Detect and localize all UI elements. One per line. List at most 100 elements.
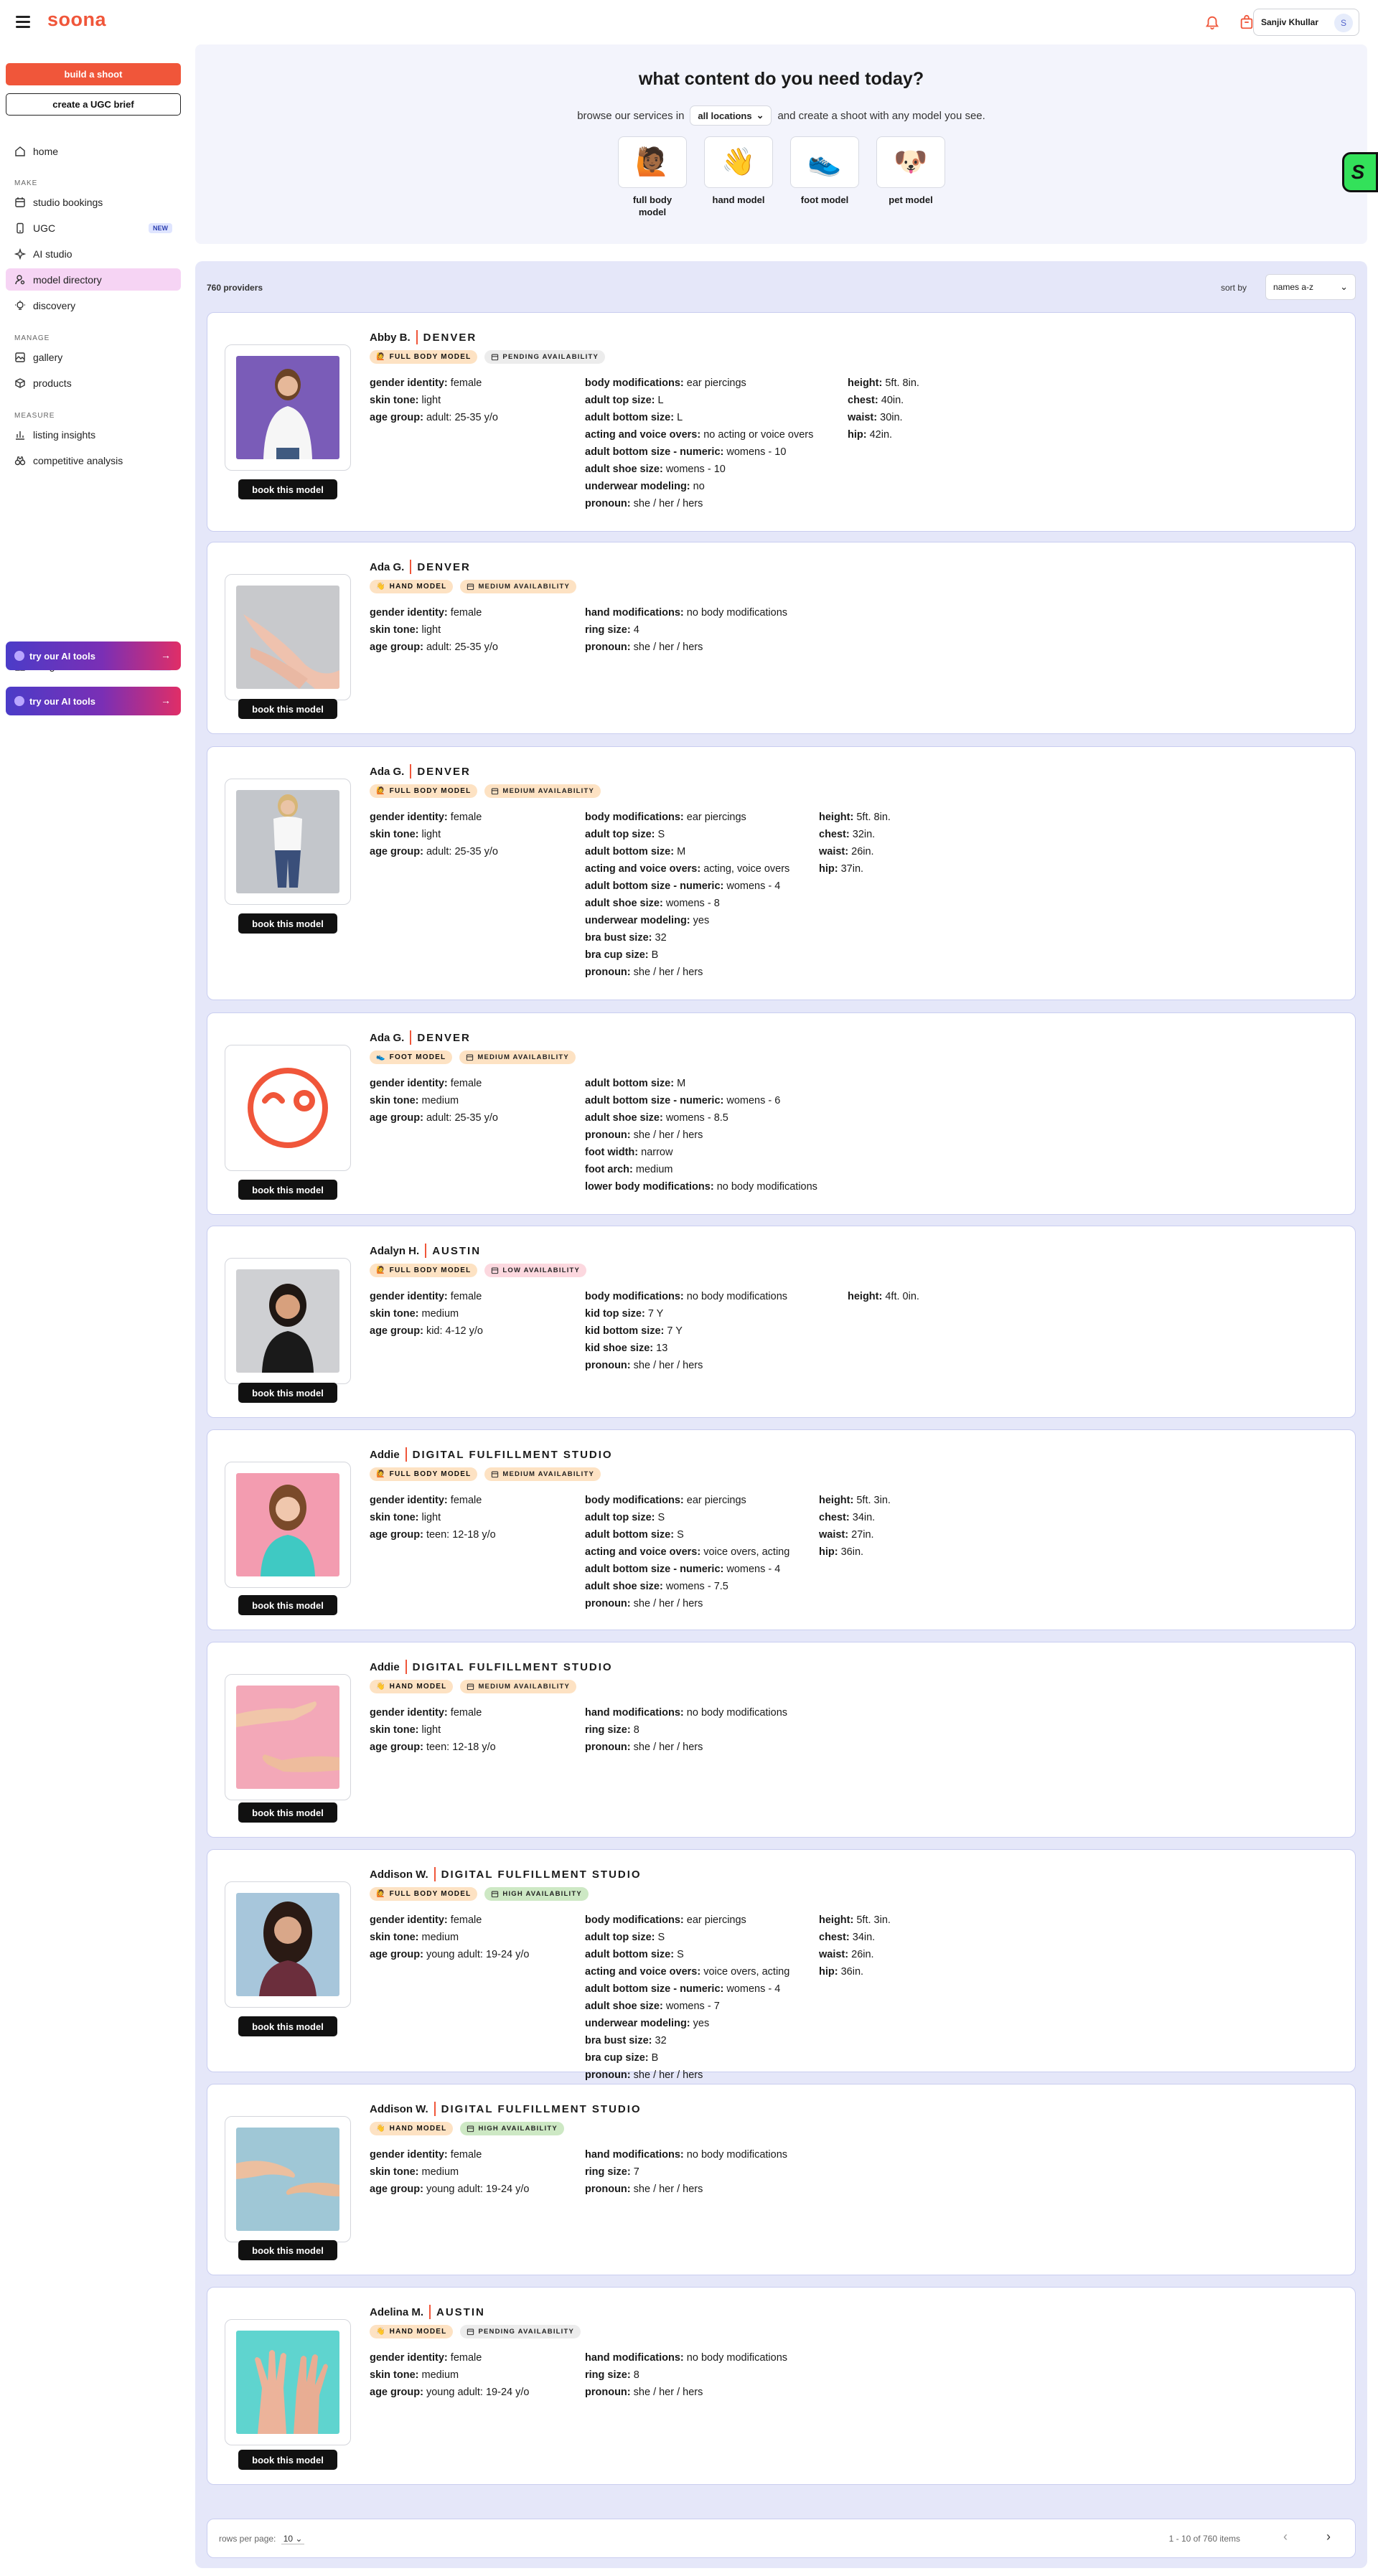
book-model-button[interactable]: book this model [238, 2450, 337, 2470]
attribute-label: pronoun: [585, 498, 631, 509]
book-model-button[interactable]: book this model [238, 2016, 337, 2036]
attribute-value: medium [421, 1095, 459, 1106]
carousel-dots[interactable]: ● ● ● ● ● ● [225, 2432, 350, 2439]
model-name[interactable]: Addison W. [370, 1868, 428, 1881]
carousel-dots[interactable]: ● ● ● [225, 1787, 350, 1794]
menu-icon[interactable] [16, 16, 30, 28]
model-name[interactable]: Addison W. [370, 2103, 428, 2115]
model-type-badge: 🙋 FULL BODY MODEL [370, 350, 478, 364]
attribute-label: acting and voice overs: [585, 863, 701, 875]
attribute-label: ring size: [585, 2166, 631, 2178]
model-photo[interactable]: ● ● ● [225, 1674, 351, 1800]
attribute-label: body modifications: [585, 1495, 684, 1506]
model-card: ● ● ● ● ● book this model Addison W. DIG… [207, 1849, 1356, 2081]
attribute-row: bra bust size: 32 [585, 2032, 789, 2049]
floating-chat-icon[interactable]: S [1342, 152, 1378, 192]
category-pet-model[interactable]: 🐶 pet model [876, 136, 945, 206]
attribute-value: voice overs, acting [703, 1966, 790, 1978]
model-photo[interactable]: ● ● ● ● ● ● [225, 2319, 351, 2445]
model-photo[interactable]: ● ● ● ● [225, 344, 351, 471]
carousel-dots[interactable]: ● ● ● ● ● ● ● ● ● ● [225, 1574, 350, 1581]
carousel-dots[interactable]: ● ● ● ● ● [225, 1994, 350, 2001]
create-ugc-brief-button[interactable]: create a UGC brief [6, 93, 181, 116]
model-tags: 👋 HAND MODEL HIGH AVAILABILITY [370, 2122, 564, 2135]
pagination: rows per page: 10 ⌄ 1 - 10 of 760 items … [207, 2519, 1356, 2558]
model-photo[interactable]: ● ● ● ● ● [225, 1881, 351, 2008]
carousel-dots[interactable]: ● ● ● [225, 2229, 350, 2236]
carousel-dots[interactable]: ● ● ● ● ● ● [225, 891, 350, 898]
model-name[interactable]: Addie [370, 1449, 400, 1461]
model-name[interactable]: Ada G. [370, 766, 404, 778]
sidebar-item-model-directory[interactable]: model directory [6, 268, 181, 291]
book-model-button[interactable]: book this model [238, 699, 337, 719]
attribute-label: gender identity: [370, 1078, 448, 1089]
model-name[interactable]: Adalyn H. [370, 1245, 419, 1257]
calendar-icon [492, 1471, 499, 1478]
ai-tools-button[interactable]: try our AI tools → [6, 641, 181, 670]
sidebar-item-products[interactable]: products [6, 372, 181, 394]
attribute-label: adult bottom size: [585, 1949, 675, 1960]
user-menu-button[interactable]: Sanjiv Khullar S [1253, 9, 1359, 36]
model-name[interactable]: Addie [370, 1661, 400, 1673]
location-select[interactable]: all locations ⌄ [690, 105, 772, 126]
model-photo[interactable]: ● ● ● ● ● ● [225, 779, 351, 905]
book-model-button[interactable]: book this model [238, 479, 337, 499]
attribute-value: teen: 12-18 y/o [426, 1741, 496, 1753]
attribute-row: body modifications: ear piercings [585, 1912, 789, 1929]
model-name[interactable]: Adelina M. [370, 2306, 423, 2318]
carousel-dots[interactable]: ● [225, 687, 350, 694]
sidebar-item-discovery[interactable]: discovery [6, 294, 181, 316]
book-model-button[interactable]: book this model [238, 1180, 337, 1200]
attribute-value: 7 Y [667, 1325, 683, 1337]
attribute-row: pronoun: she / her / hers [585, 1739, 787, 1756]
logo[interactable]: soona [47, 9, 106, 31]
attribute-label: height: [848, 377, 883, 389]
book-model-button[interactable]: book this model [238, 1802, 337, 1823]
prev-page-icon[interactable]: ‹ [1283, 2529, 1288, 2544]
attribute-value: ear piercings [686, 1495, 746, 1506]
sidebar-item-home[interactable]: home [6, 140, 181, 162]
book-model-button[interactable]: book this model [238, 2240, 337, 2260]
model-photo[interactable]: ● ● ● [225, 2116, 351, 2242]
category-full-body-model[interactable]: 🙋🏾 full body model [618, 136, 687, 218]
attribute-value: 36in. [840, 1546, 864, 1558]
next-page-icon[interactable]: › [1326, 2529, 1331, 2544]
model-location: AUSTIN [436, 2305, 485, 2318]
attribute-label: skin tone: [370, 395, 419, 406]
sidebar-item-listing-insights[interactable]: listing insights [6, 423, 181, 446]
attribute-value: S [657, 829, 665, 840]
home-icon [15, 146, 25, 156]
model-photo[interactable]: ● ● ● ● ● ● ● ● ● ● [225, 1462, 351, 1588]
carousel-dots[interactable]: ● ● ● ● [225, 457, 350, 464]
sort-select[interactable]: names a-z ⌄ [1265, 274, 1356, 300]
book-model-button[interactable]: book this model [238, 1383, 337, 1403]
sparkle-icon [14, 248, 26, 260]
attribute-value: 32 [655, 932, 667, 944]
ai-tools-button-2[interactable]: try our AI tools → [6, 687, 181, 715]
build-shoot-button[interactable]: build a shoot [6, 63, 181, 85]
carousel-dots[interactable]: ● ● ● ● ● [225, 1371, 350, 1378]
model-name[interactable]: Ada G. [370, 561, 404, 573]
shopping-bag-icon[interactable] [1239, 14, 1255, 30]
attribute-label: age group: [370, 1112, 423, 1124]
model-photo[interactable]: ● [225, 574, 351, 700]
rows-per-page-select[interactable]: 10 ⌄ [281, 2534, 305, 2544]
model-photo[interactable] [225, 1045, 351, 1171]
attribute-label: hip: [819, 863, 838, 875]
category-hand-model[interactable]: 👋 hand model [704, 136, 773, 206]
person-search-icon [15, 274, 25, 284]
attribute-row: hip: 36in. [819, 1543, 891, 1561]
model-photo[interactable]: ● ● ● ● ● [225, 1258, 351, 1384]
model-name[interactable]: Abby B. [370, 332, 411, 344]
sidebar-item-ai-studio[interactable]: AI studio [6, 243, 181, 265]
sidebar-item-gallery[interactable]: gallery [6, 346, 181, 368]
book-model-button[interactable]: book this model [238, 913, 337, 934]
book-model-button[interactable]: book this model [238, 1595, 337, 1615]
model-name[interactable]: Ada G. [370, 1032, 404, 1044]
sidebar-item-studio-bookings[interactable]: studio bookings [6, 191, 181, 213]
category-foot-model[interactable]: 👟 foot model [790, 136, 859, 206]
divider [410, 1030, 412, 1045]
bell-icon[interactable] [1204, 14, 1220, 30]
sidebar-item-competitive-analysis[interactable]: competitive analysis [6, 449, 181, 471]
sidebar-item-ugc[interactable]: UGC NEW [6, 217, 181, 239]
